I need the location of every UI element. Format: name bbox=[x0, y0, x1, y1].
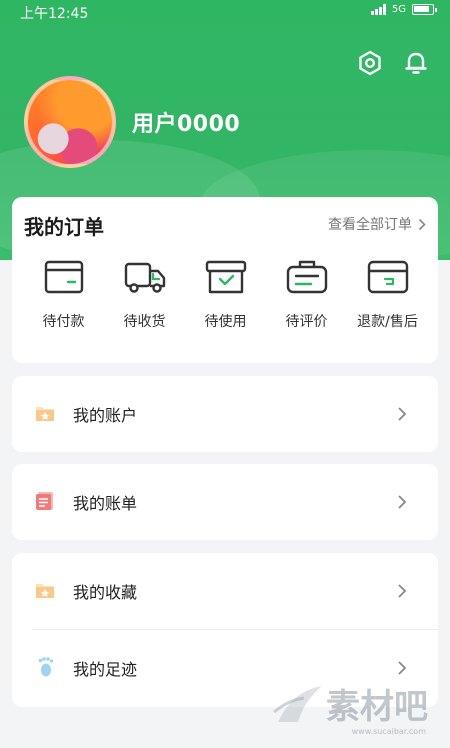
menu-item-bill[interactable]: 我的账单 bbox=[12, 464, 438, 540]
order-status-label: 待评价 bbox=[285, 314, 328, 330]
settings-icon[interactable] bbox=[357, 50, 383, 76]
order-status-to-review[interactable]: 待评价 bbox=[266, 257, 347, 331]
clipboard-icon bbox=[286, 260, 327, 294]
watermark: 素材吧 bbox=[270, 679, 428, 728]
order-status-refund[interactable]: 退款/售后 bbox=[347, 257, 428, 331]
chevron-right-icon bbox=[398, 584, 407, 598]
battery-icon bbox=[412, 4, 437, 15]
avatar[interactable] bbox=[24, 76, 116, 168]
order-status-row: 待付款 待收货 待使用 待评价 退款/售后 bbox=[12, 257, 438, 331]
return-box-icon bbox=[367, 260, 408, 294]
menu-item-label: 我的账单 bbox=[73, 494, 138, 513]
box-check-icon bbox=[205, 260, 246, 294]
view-all-orders-label: 查看全部订单 bbox=[328, 217, 412, 233]
order-status-pending-payment[interactable]: 待付款 bbox=[23, 257, 104, 331]
order-status-label: 待使用 bbox=[204, 314, 247, 330]
order-status-label: 待收货 bbox=[123, 314, 166, 330]
menu-item-label: 我的足迹 bbox=[73, 660, 138, 679]
truck-icon bbox=[124, 262, 165, 293]
signal-icon bbox=[370, 4, 386, 15]
folder-star-icon bbox=[36, 584, 54, 598]
menu-item-favorites[interactable]: 我的收藏 bbox=[12, 553, 438, 629]
chevron-right-icon bbox=[398, 407, 407, 421]
status-bar: 上午12:45 5G bbox=[0, 0, 450, 24]
status-indicators: 5G bbox=[370, 4, 437, 15]
watermark-url: www.sucaibar.com bbox=[351, 727, 426, 736]
orders-card: 我的订单 查看全部订单 待付款 待收货 待使用 待评价 退款/售后 bbox=[12, 197, 438, 363]
chevron-right-icon bbox=[398, 495, 407, 509]
card-icon bbox=[44, 260, 83, 294]
folder-star-icon bbox=[36, 407, 54, 421]
chevron-right-icon bbox=[418, 218, 426, 230]
watermark-text: 素材吧 bbox=[326, 687, 428, 727]
footprint-icon bbox=[38, 657, 54, 677]
network-label: 5G bbox=[391, 4, 406, 15]
status-time: 上午12:45 bbox=[20, 6, 89, 22]
chevron-right-icon bbox=[398, 661, 407, 675]
orders-title: 我的订单 bbox=[24, 215, 104, 239]
order-status-label: 待付款 bbox=[42, 314, 85, 330]
watermark-logo-icon bbox=[273, 685, 322, 722]
account-card: 我的账户 bbox=[12, 376, 438, 452]
order-status-label: 退款/售后 bbox=[357, 314, 418, 330]
order-status-pending-receipt[interactable]: 待收货 bbox=[104, 257, 185, 331]
username[interactable]: 用户0000 bbox=[132, 106, 240, 138]
menu-item-account[interactable]: 我的账户 bbox=[12, 376, 438, 452]
view-all-orders-link[interactable]: 查看全部订单 bbox=[328, 214, 426, 234]
bill-icon bbox=[36, 492, 53, 510]
menu-item-label: 我的收藏 bbox=[73, 583, 138, 602]
bell-icon[interactable] bbox=[403, 50, 429, 76]
menu-item-label: 我的账户 bbox=[73, 406, 138, 425]
order-status-to-use[interactable]: 待使用 bbox=[185, 257, 266, 331]
bill-card: 我的账单 bbox=[12, 464, 438, 540]
